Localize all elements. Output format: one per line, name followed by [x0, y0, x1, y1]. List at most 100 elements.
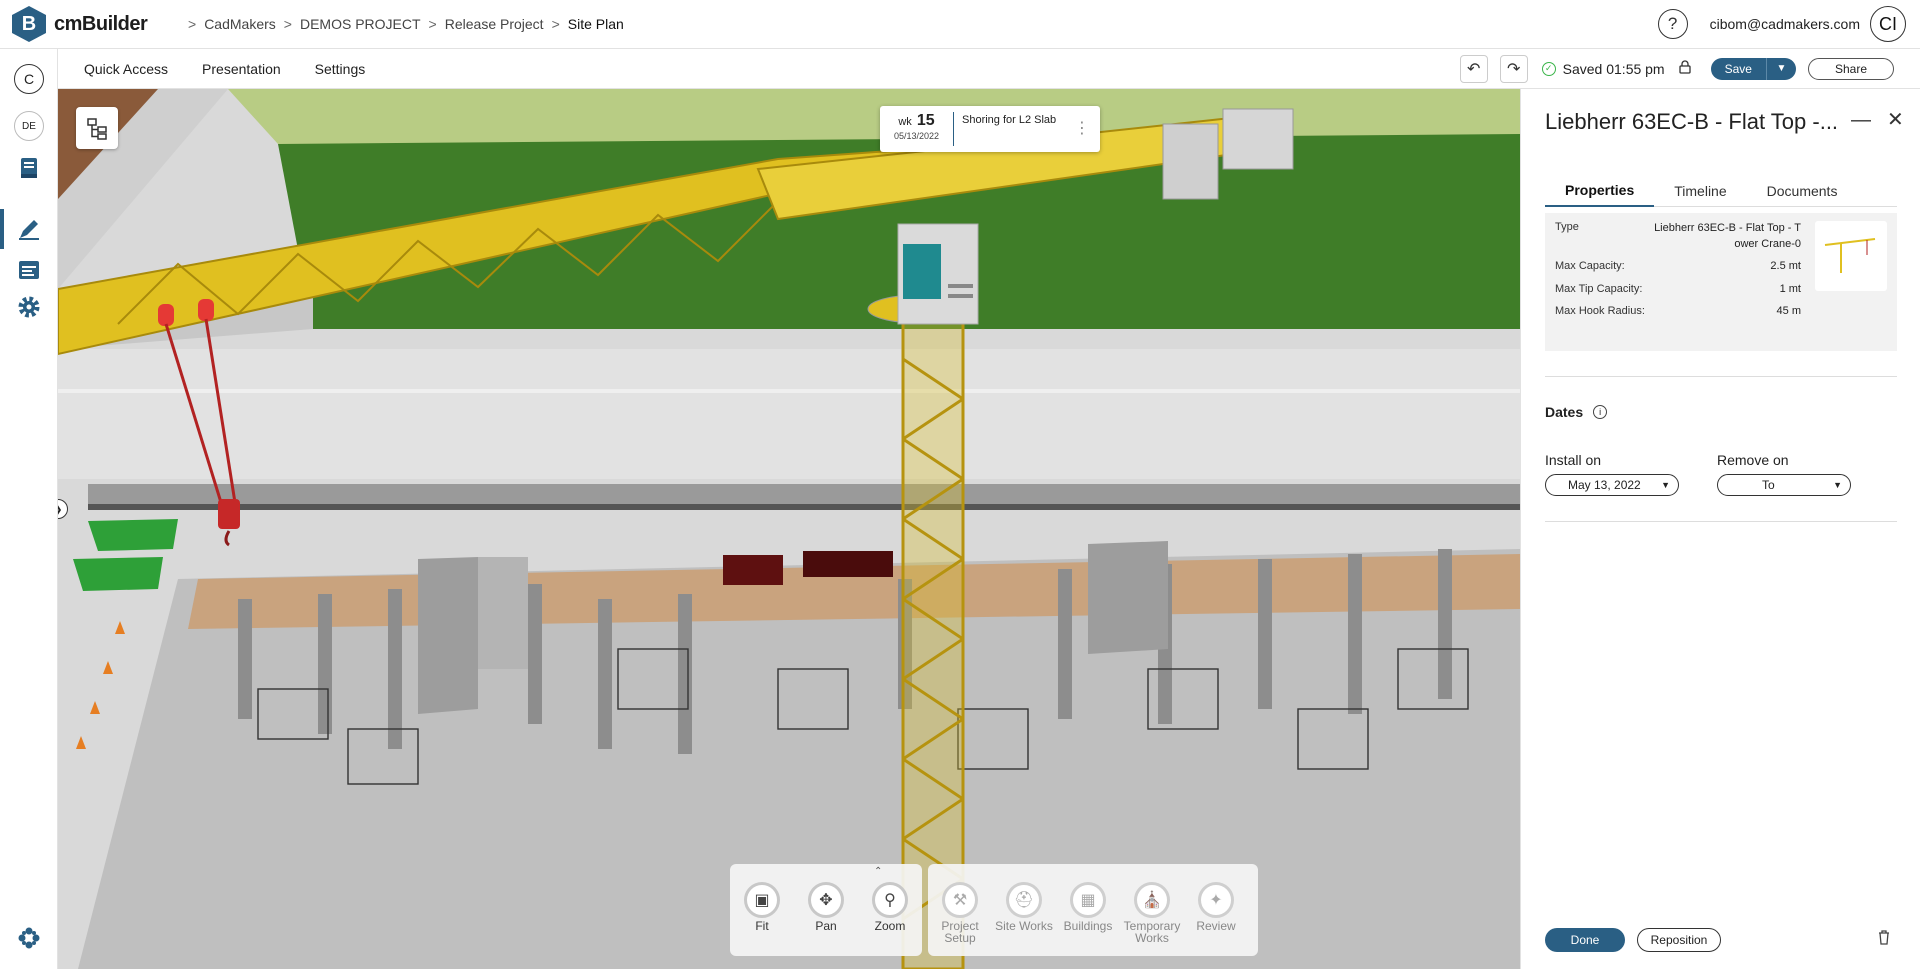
tab-timeline[interactable]: Timeline — [1654, 175, 1746, 207]
remove-date-value: To — [1762, 478, 1775, 492]
properties-table: Type Liebherr 63EC-B - Flat Top - T ower… — [1545, 213, 1897, 351]
breadcrumb: > CadMakers > DEMOS PROJECT > Release Pr… — [180, 16, 624, 32]
chevron-down-icon[interactable]: ▼ — [1765, 57, 1796, 80]
week-prefix: wk — [898, 116, 912, 128]
breadcrumb-item[interactable]: CadMakers — [204, 16, 276, 32]
type-value-line1: Liebherr 63EC-B - Flat Top - T — [1654, 222, 1801, 234]
help-icon[interactable]: ? — [1657, 9, 1688, 39]
left-rail: C DE — [0, 49, 58, 969]
close-icon[interactable]: ✕ — [1887, 107, 1904, 132]
remove-label: Remove on — [1717, 452, 1789, 468]
navigation-tools: ⌃ ▣ Fit ✥ Pan ⚲ Zoom — [730, 864, 922, 956]
week-activity: Shoring for L2 Slab — [962, 114, 1057, 126]
check-icon: ✓ — [1541, 61, 1556, 76]
trash-icon[interactable] — [1877, 929, 1891, 950]
lock-icon[interactable] — [1678, 60, 1691, 77]
max-tip-label: Max Tip Capacity: — [1555, 283, 1643, 295]
max-tip-value: 1 mt — [1779, 283, 1801, 295]
apps-icon[interactable] — [16, 925, 42, 951]
company-badge[interactable]: C — [14, 64, 44, 94]
max-hook-label: Max Hook Radius: — [1555, 305, 1645, 317]
site-scene[interactable] — [58, 89, 1520, 969]
pan-tool[interactable]: ✥ Pan — [794, 882, 858, 932]
more-vertical-icon[interactable]: ⋮ — [1074, 121, 1090, 137]
tools-icon[interactable]: ⚒ — [942, 882, 978, 918]
redo-icon[interactable]: ↷ — [1499, 54, 1528, 83]
site-works-label: Site Works — [995, 919, 1053, 933]
menu-quick-access[interactable]: Quick Access — [84, 61, 168, 77]
top-bar: B cmBuilder > CadMakers > DEMOS PROJECT … — [0, 0, 1920, 49]
review-label: Review — [1196, 919, 1236, 933]
crane-icon[interactable]: ⛪ — [1134, 882, 1170, 918]
install-label: Install on — [1545, 452, 1602, 468]
project-setup-label: Project Setup — [941, 919, 979, 945]
schedule-icon[interactable] — [16, 257, 42, 283]
user-email[interactable]: cibom@cadmakers.com — [1710, 16, 1860, 32]
buildings-tool[interactable]: ▦ Buildings — [1056, 882, 1120, 932]
fit-icon[interactable]: ▣ — [744, 882, 780, 918]
info-icon[interactable]: i — [1593, 405, 1608, 419]
app-logo[interactable]: B cmBuilder — [12, 6, 172, 42]
week-number: 15 — [916, 112, 935, 129]
breadcrumb-item[interactable]: Release Project — [445, 16, 544, 32]
buildings-label: Buildings — [1063, 919, 1113, 933]
undo-icon[interactable]: ↶ — [1459, 54, 1488, 83]
remove-date-select[interactable]: To ▼ — [1717, 474, 1851, 496]
chevron-right-icon: > — [188, 16, 197, 32]
tab-documents[interactable]: Documents — [1747, 175, 1858, 207]
dates-heading: Dates i — [1545, 404, 1608, 420]
week-info: wk 15 05/13/2022 — [880, 112, 954, 146]
excavator-icon[interactable]: ⛑ — [1006, 882, 1042, 918]
book-icon[interactable] — [16, 155, 42, 181]
pen-icon[interactable] — [16, 216, 42, 242]
project-setup-tool[interactable]: ⚒ Project Setup — [928, 882, 992, 944]
gear-icon[interactable] — [16, 294, 42, 320]
week-card[interactable]: wk 15 05/13/2022 Shoring for L2 Slab ⋮ — [880, 106, 1100, 152]
chevron-right-icon: > — [428, 16, 437, 32]
save-button[interactable]: Save ▼ — [1710, 57, 1796, 80]
install-date-value: May 13, 2022 — [1568, 478, 1641, 492]
max-capacity-value: 2.5 mt — [1770, 260, 1801, 272]
type-value-line2: ower Crane-0 — [1734, 238, 1801, 250]
tree-view-icon[interactable] — [76, 107, 118, 149]
install-date-select[interactable]: May 13, 2022 ▼ — [1545, 474, 1679, 496]
fit-label: Fit — [755, 919, 769, 933]
done-button[interactable]: Done — [1545, 928, 1625, 952]
week-number-line: wk 15 — [880, 112, 953, 130]
breadcrumb-item[interactable]: DEMOS PROJECT — [300, 16, 421, 32]
tab-properties[interactable]: Properties — [1545, 175, 1655, 207]
menu-settings[interactable]: Settings — [315, 61, 366, 77]
pan-label: Pan — [815, 919, 837, 933]
3d-viewport[interactable]: wk 15 05/13/2022 Shoring for L2 Slab ⋮ ❯… — [58, 89, 1520, 969]
max-capacity-label: Max Capacity: — [1555, 260, 1625, 272]
divider — [1545, 376, 1897, 377]
dates-heading-text: Dates — [1545, 404, 1584, 420]
container — [73, 557, 163, 591]
review-icon[interactable]: ✦ — [1198, 882, 1234, 918]
zoom-tool[interactable]: ⚲ Zoom — [858, 882, 922, 932]
zoom-icon[interactable]: ⚲ — [872, 882, 908, 918]
container — [88, 519, 178, 551]
max-hook-value: 45 m — [1776, 305, 1801, 317]
save-status: ✓ Saved 01:55 pm — [1541, 61, 1665, 77]
panel-title: Liebherr 63EC-B - Flat Top -... — [1545, 109, 1839, 134]
zoom-label: Zoom — [874, 919, 906, 933]
save-label[interactable]: Save — [1711, 58, 1766, 80]
fit-tool[interactable]: ▣ Fit — [730, 882, 794, 932]
temporary-works-label: Temporary Works — [1123, 919, 1181, 945]
temporary-works-tool[interactable]: ⛪ Temporary Works — [1120, 882, 1184, 944]
pan-icon[interactable]: ✥ — [808, 882, 844, 918]
chevron-up-icon[interactable]: ⌃ — [874, 866, 882, 877]
minimize-icon[interactable]: — — [1851, 109, 1871, 132]
building-icon[interactable]: ▦ — [1070, 882, 1106, 918]
menu-presentation[interactable]: Presentation — [202, 61, 281, 77]
chevron-down-icon: ▼ — [1833, 480, 1842, 490]
avatar[interactable]: CI — [1870, 6, 1906, 42]
reposition-button[interactable]: Reposition — [1637, 928, 1721, 952]
language-switch[interactable]: DE — [14, 111, 44, 141]
crane-thumbnail — [1815, 221, 1887, 291]
share-button[interactable]: Share — [1807, 57, 1894, 80]
review-tool[interactable]: ✦ Review — [1184, 882, 1248, 932]
properties-panel: Liebherr 63EC-B - Flat Top -... — ✕ Prop… — [1520, 89, 1920, 969]
site-works-tool[interactable]: ⛑ Site Works — [992, 882, 1056, 932]
